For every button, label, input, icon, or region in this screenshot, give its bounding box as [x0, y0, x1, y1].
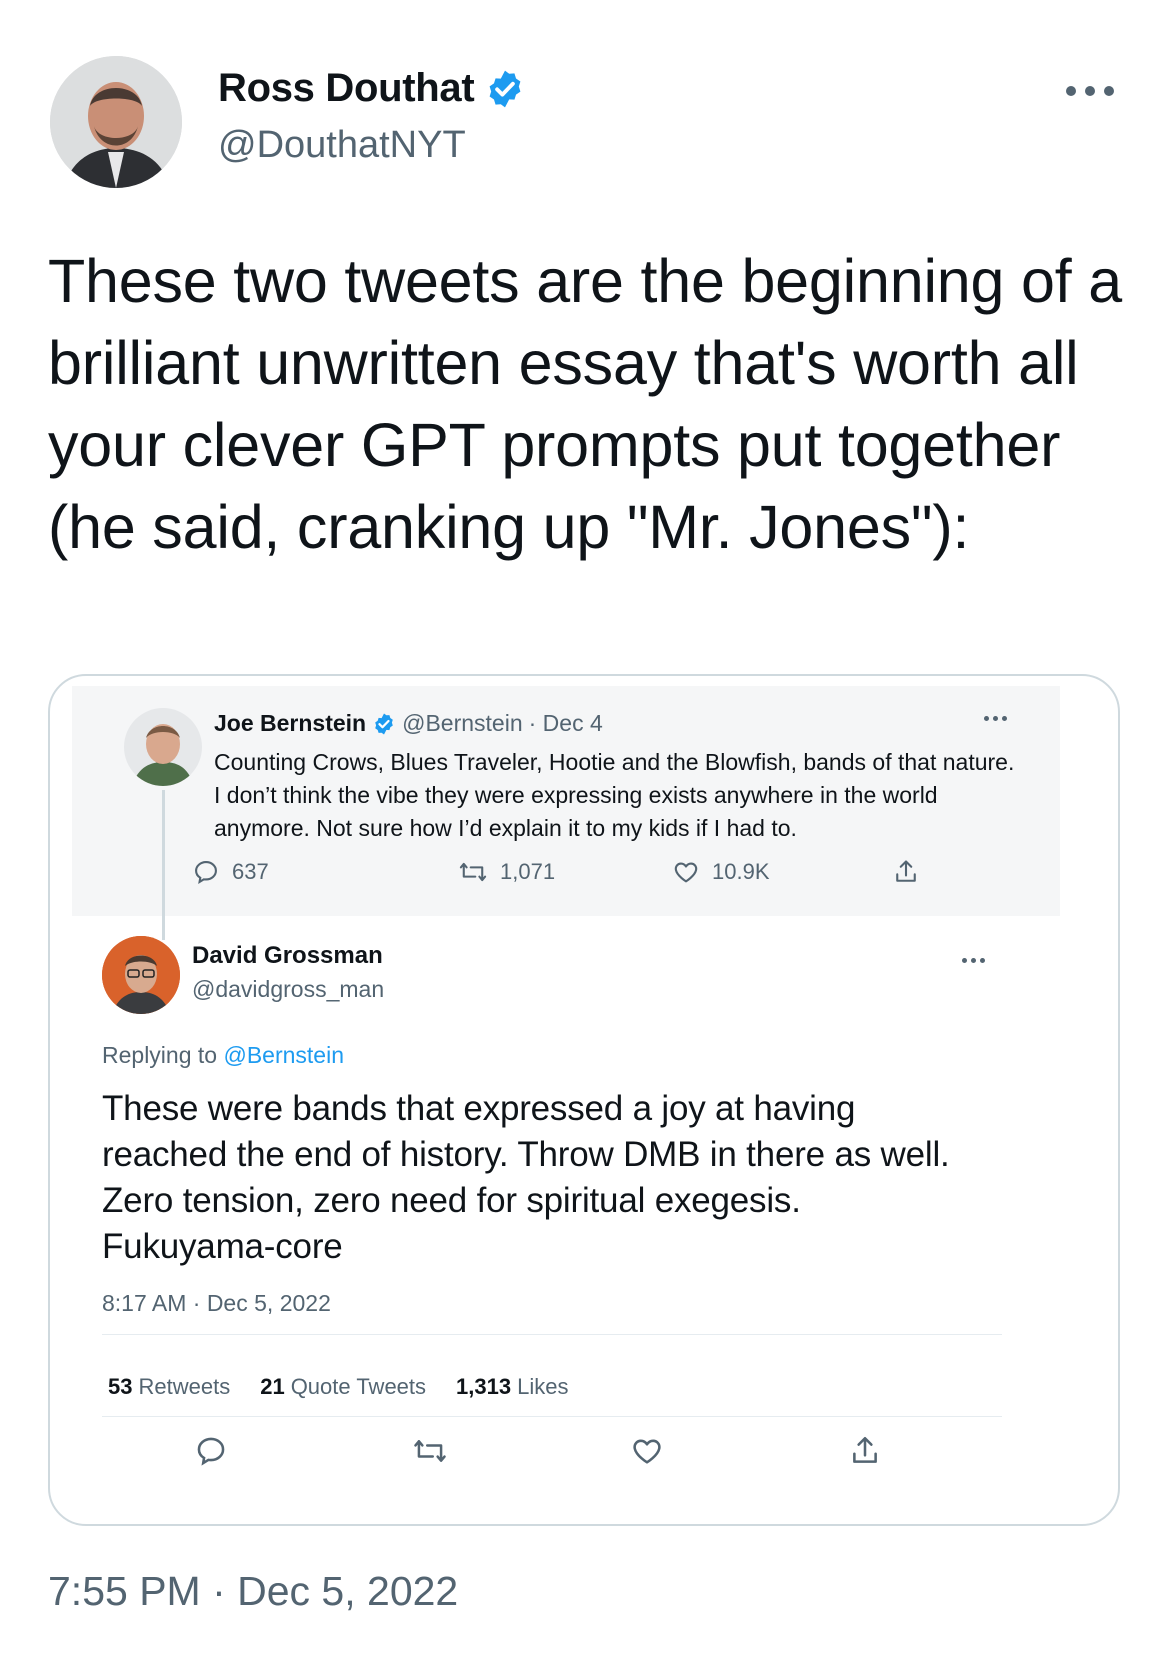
- quoted-text: Counting Crows, Blues Traveler, Hootie a…: [214, 749, 1015, 841]
- tweet-text: These two tweets are the beginning of a …: [48, 247, 1122, 561]
- quoted-avatar: [124, 708, 202, 786]
- quote-stat: 21 Quote Tweets: [260, 1374, 427, 1399]
- author-name-text: Ross Douthat: [218, 66, 475, 110]
- reply-icon: [195, 861, 217, 885]
- replying-prefix: Replying to: [102, 1042, 218, 1068]
- quoted-header: Joe Bernstein @Bernstein · Dec 4: [214, 710, 603, 737]
- share-icon: [848, 1434, 882, 1468]
- reply-stats: 53 Retweets 21 Quote Tweets 1,313 Likes: [108, 1374, 568, 1400]
- quoted-name: Joe Bernstein: [214, 710, 367, 736]
- more-options-icon[interactable]: [1066, 76, 1122, 106]
- stats-divider-bottom: [102, 1416, 1002, 1417]
- reply-avatar: [102, 936, 180, 1014]
- share-icon: [896, 860, 916, 882]
- quoted-retweet-action: 1,071: [458, 858, 555, 886]
- reply-name: David Grossman: [192, 942, 383, 969]
- quoted-like-count: 10.9K: [712, 859, 770, 884]
- quoted-like-action: 10.9K: [672, 858, 770, 886]
- tweet-timestamp[interactable]: 7:55 PM · Dec 5, 2022: [48, 1568, 458, 1615]
- quoted-actions: 637 1,071 10.9K: [192, 858, 992, 894]
- retweet-stat: 53 Retweets: [108, 1374, 231, 1399]
- stats-divider-top: [102, 1334, 1002, 1335]
- quoted-share-action: [892, 858, 920, 886]
- heart-icon: [674, 862, 698, 883]
- quoted-reply-count: 637: [232, 859, 269, 884]
- replying-to-handle: @Bernstein: [223, 1042, 344, 1068]
- replying-to: Replying to @Bernstein: [102, 1042, 344, 1069]
- verified-badge-icon: [372, 712, 396, 736]
- tweet-image-card[interactable]: Joe Bernstein @Bernstein · Dec 4 Countin…: [48, 674, 1120, 1526]
- reply-more-icon: [962, 958, 985, 963]
- quoted-more-icon: [984, 716, 1007, 721]
- thread-connector: [162, 790, 165, 940]
- reply-icon: [194, 1434, 228, 1468]
- author-handle[interactable]: @DouthatNYT: [218, 124, 466, 167]
- retweet-icon: [459, 862, 487, 882]
- quoted-date: · Dec 4: [528, 710, 603, 736]
- quoted-reply-action: 637: [192, 858, 269, 886]
- like-stat: 1,313 Likes: [456, 1374, 569, 1399]
- quoted-handle: @Bernstein: [402, 710, 523, 736]
- quoted-tweet: Joe Bernstein @Bernstein · Dec 4 Countin…: [72, 686, 1060, 940]
- heart-icon: [630, 1434, 664, 1468]
- author-name[interactable]: Ross Douthat: [218, 66, 526, 111]
- reply-actions: [102, 1434, 1002, 1474]
- retweet-icon: [412, 1434, 446, 1468]
- author-avatar[interactable]: [50, 56, 182, 188]
- reply-text: These were bands that expressed a joy at…: [102, 1089, 950, 1266]
- quoted-retweet-count: 1,071: [500, 859, 556, 884]
- reply-timestamp: 8:17 AM · Dec 5, 2022: [102, 1290, 331, 1316]
- verified-badge-icon: [484, 68, 526, 110]
- reply-handle: @davidgross_man: [192, 976, 385, 1002]
